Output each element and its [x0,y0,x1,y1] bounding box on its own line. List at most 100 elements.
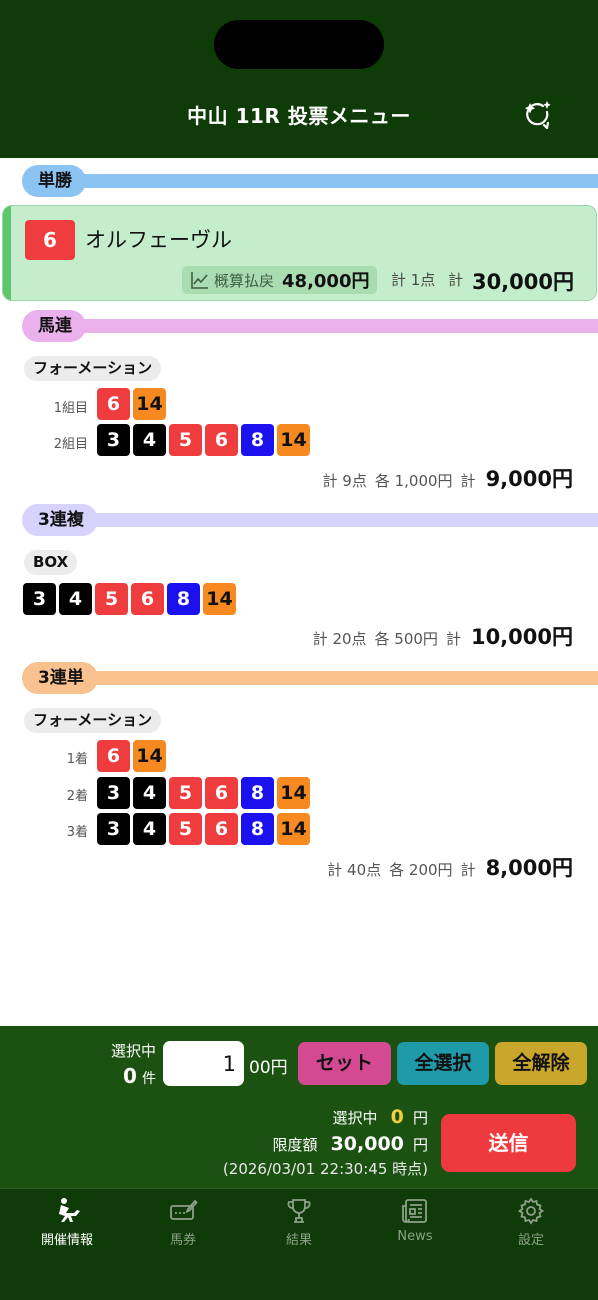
bet-summary: 計 20点 各 500円 計 10,000円 [313,621,573,651]
yen-unit: 円 [412,1109,428,1127]
selected-amount-line: 選択中 0 円 [333,1106,428,1128]
card-accent [3,206,11,300]
horse-number: 5 [169,813,202,845]
tab-label: News [397,1229,433,1244]
horse-number: 8 [241,813,274,845]
each-amount: 各 500円 [374,630,438,648]
row-label: 2組目 [53,437,88,452]
count-unit: 件 [142,1071,156,1087]
bet-summary: 計 9点 各 1,000円 計 9,000円 [323,463,573,493]
horse-number: 4 [59,583,92,615]
selected-label: 選択中 [332,1109,378,1127]
horse-number: 4 [133,777,166,809]
ticket-pen-icon [170,1199,198,1220]
bet-type-chip: フォーメーション [24,356,162,381]
bet-total: 8,000円 [485,856,573,880]
number-row: 3 4 5 6 8 14 [97,424,310,456]
horse-number: 6 [131,583,164,615]
section-label-win: 単勝 [22,165,86,197]
horse-number: 8 [241,777,274,809]
clear-all-button[interactable]: 全解除 [495,1042,587,1085]
horse-number: 8 [167,583,200,615]
section-divider [52,671,598,685]
page-title: 中山 11R 投票メニュー [187,104,411,128]
section-trio-header: 3連複 [22,504,598,536]
tab-label: 開催情報 [40,1233,93,1248]
row-label: 3着 [66,825,88,840]
trophy-icon [287,1199,311,1223]
section-win-header: 単勝 [22,165,598,197]
section-divider [52,319,598,333]
number-row: 6 14 [97,388,166,420]
points-text: 計 9点 [322,472,367,490]
total-label: 計 [460,861,476,879]
row-label: 2着 [66,789,88,804]
jockey-horse-icon [59,1198,80,1222]
number-row: 6 14 [97,740,166,772]
horse-number: 3 [97,777,130,809]
section-divider [52,513,598,527]
horse-number: 14 [277,813,310,845]
number-row: 3 4 5 6 8 14 [23,583,236,615]
section-label-trifecta: 3連単 [22,662,98,694]
horse-number: 4 [133,813,166,845]
points-text: 計 40点 [327,861,382,879]
tab-news[interactable]: News [365,1196,465,1244]
tab-label: 馬券 [169,1233,196,1248]
each-amount: 各 1,000円 [374,472,453,490]
points-text: 計 20点 [312,630,367,648]
horse-number: 14 [133,740,166,772]
payout-value: 48,000円 [282,271,370,292]
number-row: 3 4 5 6 8 14 [97,813,310,845]
section-quinella-header: 馬連 [22,310,598,342]
app-header: 中山 11R 投票メニュー [0,0,598,158]
horse-number: 6 [205,424,238,456]
sparkle-refresh-icon[interactable] [520,98,556,134]
horse-number: 5 [169,424,202,456]
horse-number: 14 [277,424,310,456]
horse-number: 4 [133,424,166,456]
horse-number: 6 [97,740,130,772]
horse-number: 5 [169,777,202,809]
tab-label: 結果 [285,1233,312,1248]
tab-race-info[interactable]: 開催情報 [17,1196,117,1248]
select-all-button[interactable]: 全選択 [397,1042,489,1085]
row-label: 1組目 [53,401,88,416]
horse-number: 3 [97,813,130,845]
payout-label: 概算払戻 [214,271,275,290]
horse-number: 3 [23,583,56,615]
amount-input[interactable] [163,1041,244,1086]
horse-number-badge: 6 [25,220,75,260]
send-button[interactable]: 送信 [441,1114,576,1172]
selected-amount: 0 [390,1106,404,1128]
limit-label: 限度額 [272,1136,318,1154]
selecting-count-value: 0 [122,1064,137,1088]
section-label-quinella: 馬連 [22,310,86,342]
tab-settings[interactable]: 設定 [481,1196,581,1248]
number-row: 3 4 5 6 8 14 [97,777,310,809]
bet-type-chip: BOX [24,550,78,575]
horse-number: 6 [205,813,238,845]
horse-number: 8 [241,424,274,456]
gear-icon [517,1197,545,1225]
amount-suffix: 00円 [249,1058,288,1078]
horse-number: 14 [133,388,166,420]
trend-chart-icon [191,272,208,289]
tab-results[interactable]: 結果 [249,1196,349,1248]
bet-summary: 計 40点 各 200円 計 8,000円 [327,852,573,882]
set-button[interactable]: セット [298,1042,391,1085]
section-divider [52,174,598,188]
device-notch [214,20,384,69]
timestamp: (2026/03/01 22:30:45 時点) [222,1160,428,1178]
bet-type-chip: フォーメーション [24,708,162,733]
win-bet-card[interactable]: 6 オルフェーヴル 概算払戻 48,000円 計 1点 計 30,000円 [2,205,597,301]
horse-name: オルフェーヴル [85,228,232,252]
tab-tickets[interactable]: 馬券 [133,1196,233,1248]
section-trifecta-header: 3連単 [22,662,598,694]
estimated-payout: 概算払戻 48,000円 [182,266,378,294]
horse-number: 3 [97,424,130,456]
win-points: 計 1点 計 [391,269,463,290]
win-total: 30,000円 [471,270,574,294]
row-label: 1着 [66,752,88,767]
bet-total: 10,000円 [470,625,573,649]
